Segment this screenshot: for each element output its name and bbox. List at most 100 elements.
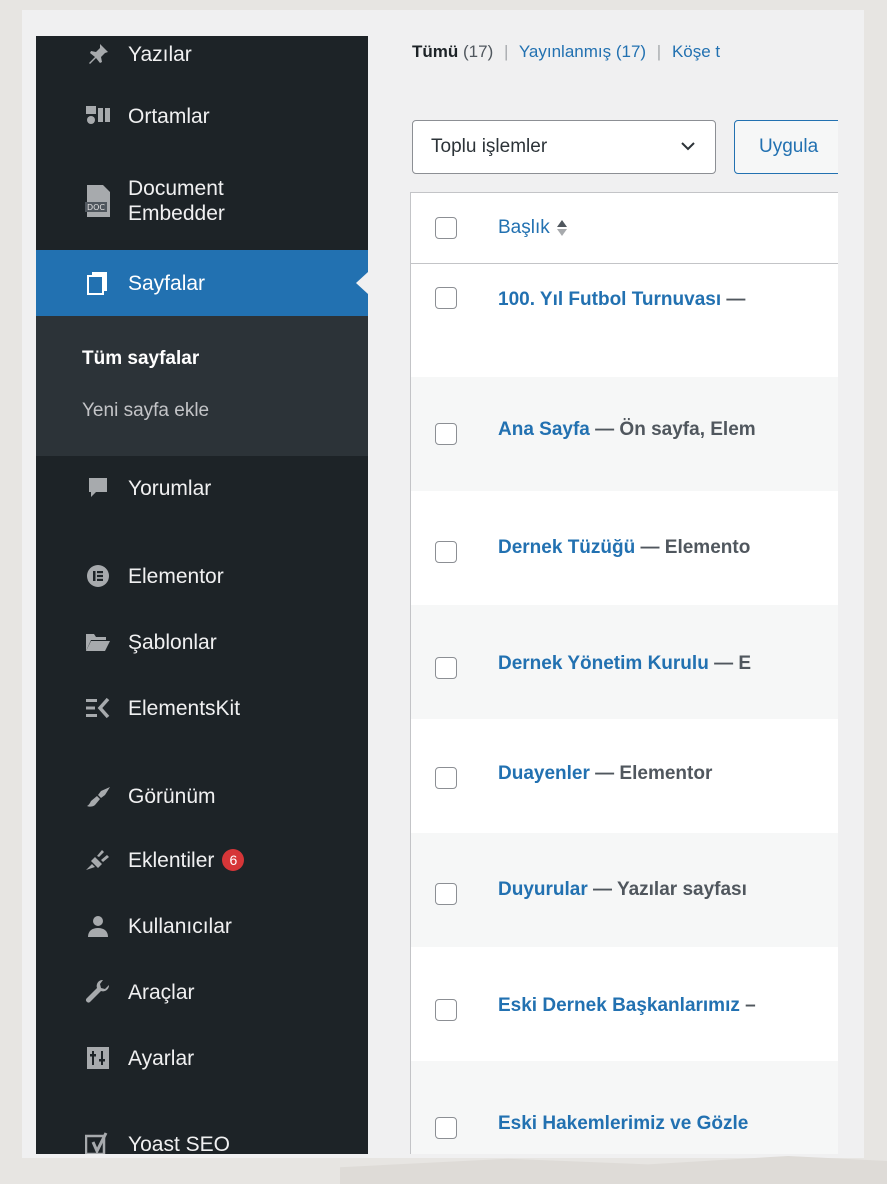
menu-item-yoast-seo[interactable]: Yoast SEO: [36, 1122, 368, 1154]
pages-list-main: Tümü (17) | Yayınlanmış (17) | Köşe t To…: [368, 36, 838, 1154]
elementskit-icon: [78, 697, 118, 719]
table-row: Dernek Yönetim Kurulu — E: [411, 605, 838, 719]
pages-submenu: Tüm sayfalar Yeni sayfa ekle: [36, 316, 368, 456]
page-title-link[interactable]: Duyurular: [498, 879, 588, 900]
filter-separator: |: [503, 42, 509, 61]
submenu-all-pages[interactable]: Tüm sayfalar: [82, 348, 199, 370]
settings-icon: [78, 1047, 118, 1069]
column-title-label: Başlık: [498, 217, 550, 238]
pushpin-icon: [78, 42, 118, 66]
page-title-link[interactable]: Duayenler: [498, 763, 590, 784]
page-title-link[interactable]: Eski Hakemlerimiz ve Gözle: [498, 1113, 748, 1134]
menu-label: Görünüm: [128, 784, 216, 808]
page-title: Dernek Yönetim Kurulu — E: [498, 653, 751, 675]
menu-label: ElementsKit: [128, 696, 241, 720]
apply-button[interactable]: Uygula: [734, 120, 838, 174]
pages-table: Başlık 100. Yıl Futbol Turnuvası — Ana S…: [410, 192, 838, 1154]
elementor-icon: [78, 564, 118, 588]
wrench-icon: [78, 979, 118, 1005]
menu-label: Ortamlar: [128, 104, 210, 128]
menu-item-document-embedder[interactable]: DOC Document Embedder: [36, 166, 368, 236]
row-checkbox[interactable]: [435, 287, 457, 309]
menu-item-users[interactable]: Kullanıcılar: [36, 904, 368, 948]
row-checkbox[interactable]: [435, 767, 457, 789]
menu-item-tools[interactable]: Araçlar: [36, 970, 368, 1014]
row-checkbox[interactable]: [435, 657, 457, 679]
chevron-down-icon: [679, 137, 697, 161]
menu-item-plugins[interactable]: Eklentiler 6: [36, 838, 368, 882]
page-title: Eski Dernek Başkanlarımız –: [498, 995, 756, 1017]
filter-all-label[interactable]: Tümü: [412, 42, 458, 61]
menu-item-templates[interactable]: Şablonlar: [36, 620, 368, 664]
menu-item-media[interactable]: Ortamlar: [36, 94, 368, 138]
row-checkbox[interactable]: [435, 999, 457, 1021]
plugin-update-count-badge: 6: [222, 849, 245, 871]
menu-item-pages[interactable]: Sayfalar: [36, 250, 368, 316]
menu-item-elementor[interactable]: Elementor: [36, 554, 368, 598]
sort-icon: [556, 219, 568, 237]
menu-item-elementskit[interactable]: ElementsKit: [36, 686, 368, 730]
column-title-header[interactable]: Başlık: [498, 217, 568, 239]
table-row: Duyurular — Yazılar sayfası: [411, 833, 838, 947]
menu-label: Sayfalar: [128, 271, 206, 295]
status-filters: Tümü (17) | Yayınlanmış (17) | Köşe t: [412, 42, 720, 62]
menu-item-comments[interactable]: Yorumlar: [36, 466, 368, 510]
menu-item-settings[interactable]: Ayarlar: [36, 1036, 368, 1080]
menu-item-posts[interactable]: Yazılar: [36, 36, 368, 72]
svg-text:DOC: DOC: [87, 203, 105, 212]
select-all-checkbox[interactable]: [435, 217, 457, 239]
page-state: –: [739, 995, 756, 1016]
table-row: 100. Yıl Futbol Turnuvası —: [411, 263, 838, 377]
filter-published-link[interactable]: Yayınlanmış (17): [519, 42, 646, 61]
row-checkbox[interactable]: [435, 883, 457, 905]
users-icon: [78, 914, 118, 938]
page-title-link[interactable]: Ana Sayfa: [498, 419, 590, 440]
submenu-add-new-page[interactable]: Yeni sayfa ekle: [82, 400, 209, 422]
table-header: Başlık: [411, 193, 838, 264]
page-state: — Ön sayfa, Elem: [589, 419, 756, 440]
menu-label: Ayarlar: [128, 1046, 195, 1070]
page-state: — Elementor: [589, 763, 713, 784]
page-state: — E: [708, 653, 752, 674]
row-checkbox[interactable]: [435, 541, 457, 563]
bulk-actions-select[interactable]: Toplu işlemler: [412, 120, 716, 174]
media-icon: [78, 104, 118, 128]
page-title-link[interactable]: 100. Yıl Futbol Turnuvası: [498, 289, 721, 310]
comment-icon: [78, 476, 118, 500]
pages-icon: [78, 271, 118, 295]
page-title: Duayenler — Elementor: [498, 763, 712, 785]
page-title: Dernek Tüzüğü — Elemento: [498, 537, 750, 559]
page-title-link[interactable]: Eski Dernek Başkanlarımız: [498, 995, 740, 1016]
page-state: — Yazılar sayfası: [587, 879, 747, 900]
plugin-icon: [78, 848, 118, 872]
table-row: Eski Hakemlerimiz ve Gözle: [411, 1061, 838, 1154]
table-row: Ana Sayfa — Ön sayfa, Elem: [411, 377, 838, 491]
page-title: Eski Hakemlerimiz ve Gözle: [498, 1113, 748, 1135]
table-row: Dernek Tüzüğü — Elemento: [411, 491, 838, 605]
appearance-icon: [78, 784, 118, 808]
menu-label: Elementor: [128, 564, 224, 588]
table-row: Duayenler — Elementor: [411, 719, 838, 833]
table-row: Eski Dernek Başkanlarımız –: [411, 947, 838, 1061]
menu-item-appearance[interactable]: Görünüm: [36, 774, 368, 818]
filter-cornerstone-link[interactable]: Köşe t: [672, 42, 720, 61]
admin-sidebar: Yazılar Ortamlar DOC Document Embedder S…: [36, 36, 368, 1154]
bulk-actions-value: Toplu işlemler: [431, 136, 548, 157]
active-indicator: [356, 272, 368, 294]
folder-icon: [78, 631, 118, 653]
row-checkbox[interactable]: [435, 423, 457, 445]
filter-all-count: (17): [463, 42, 494, 61]
row-checkbox[interactable]: [435, 1117, 457, 1139]
page-title: Duyurular — Yazılar sayfası: [498, 879, 747, 901]
menu-label: Kullanıcılar: [128, 914, 232, 938]
document-icon: DOC: [78, 184, 118, 218]
menu-label: Yazılar: [128, 42, 192, 66]
page-title-link[interactable]: Dernek Tüzüğü: [498, 537, 635, 558]
paper-tear-decoration: [340, 1156, 887, 1184]
page-title: 100. Yıl Futbol Turnuvası —: [498, 289, 745, 311]
menu-label: Araçlar: [128, 980, 195, 1004]
menu-label: Yorumlar: [128, 476, 212, 500]
filter-separator: |: [656, 42, 662, 61]
page-title-link[interactable]: Dernek Yönetim Kurulu: [498, 653, 709, 674]
yoast-icon: [78, 1132, 118, 1154]
